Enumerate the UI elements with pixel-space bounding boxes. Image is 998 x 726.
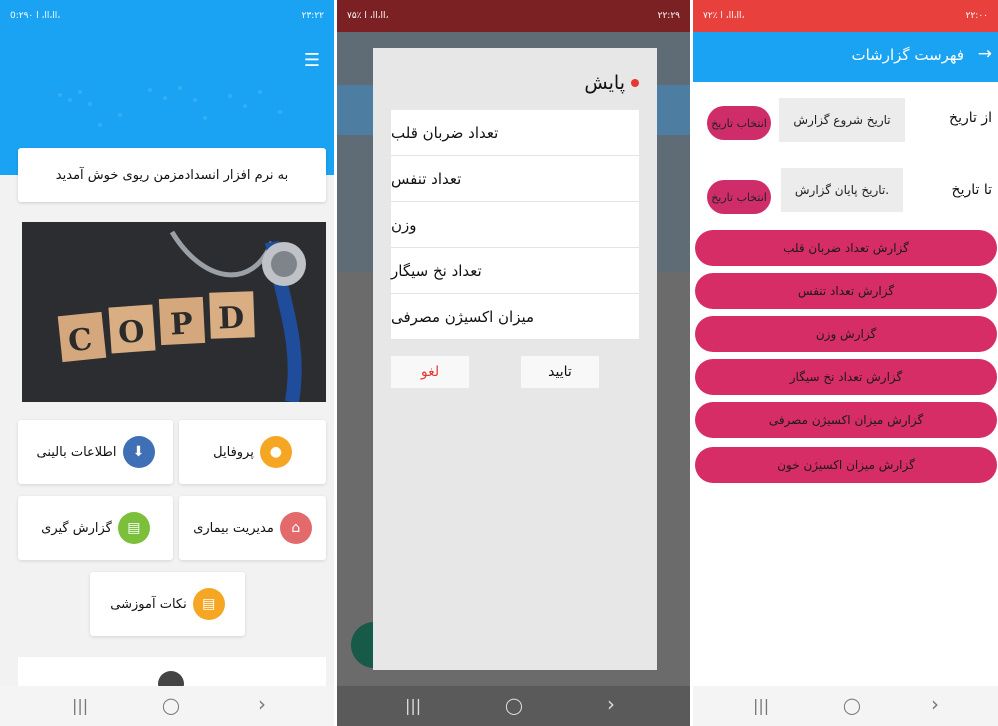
recent-apps-icon[interactable]: ||| [405, 696, 421, 715]
copd-image: C O P D [22, 222, 326, 402]
welcome-card: به نرم افزار انسدادمزمن ریوی خوش آمدید [18, 148, 326, 202]
status-left: ۷۵٪ اا،اا، ا، [347, 11, 389, 21]
tile-reporting-label: گزارش گیری [41, 520, 112, 536]
report-blood-oxygen-button[interactable]: گزارش میزان اکسیژن خون [695, 447, 997, 483]
back-icon[interactable]: ‹ [931, 692, 939, 716]
report-heart-rate-button[interactable]: گزارش تعداد ضربان قلب [695, 230, 997, 266]
tile-profile-label: پروفایل [213, 444, 254, 460]
back-icon[interactable]: ‹ [607, 692, 615, 716]
system-nav-bar: ||| ◯ ‹ [0, 686, 334, 726]
report-cigarettes-button[interactable]: گزارش تعداد نخ سیگار [695, 359, 997, 395]
pick-start-date-button[interactable]: انتخاب تاریخ [707, 106, 771, 140]
list-item-oxygen[interactable]: میزان اکسیژن مصرفی [391, 294, 639, 340]
to-date-label: تا تاریخ [951, 182, 992, 198]
back-arrow-icon[interactable]: → [978, 44, 992, 64]
status-bar: 0:۲۹۰ اا،اا، ا، ۲۳:۲۲ [0, 0, 334, 32]
home-icon[interactable]: ◯ [162, 696, 180, 715]
monitoring-dialog: پایش تعداد ضربان قلب تعداد تنفس وزن تعدا… [373, 48, 657, 670]
list-item-heart-rate[interactable]: تعداد ضربان قلب [391, 110, 639, 156]
note-icon: ▤ [192, 588, 225, 620]
list-item-weight[interactable]: وزن [391, 202, 639, 248]
hamburger-icon[interactable]: ☰ [304, 50, 320, 71]
tile-educational-tips[interactable]: ▤ نکات آموزشی [90, 572, 245, 636]
monitoring-list: تعداد ضربان قلب تعداد تنفس وزن تعداد نخ … [391, 110, 639, 340]
home-screen: 0:۲۹۰ اا،اا، ا، ۲۳:۲۲ ☰ به نرم افزار انس… [0, 0, 334, 726]
report-respiration-button[interactable]: گزارش تعداد تنفس [695, 273, 997, 309]
block-letter-d: D [218, 301, 245, 337]
monitoring-dialog-screen: ۷۵٪ اا،اا، ا، ۲۲:۲۹ پایش تعداد ضربان قلب… [337, 0, 690, 726]
home-icon[interactable]: ◯ [843, 696, 861, 715]
system-nav-bar: ||| ◯ ‹ [337, 686, 690, 726]
report-weight-button[interactable]: گزارش وزن [695, 316, 997, 352]
page-title: فهرست گزارشات [851, 46, 964, 64]
status-time: ۲۳:۲۲ [301, 11, 324, 21]
start-date-placeholder: تاریخ شروع گزارش [793, 113, 891, 127]
copd-illustration: C O P D [57, 230, 306, 402]
tile-clinical-info[interactable]: ⬇ اطلاعات بالینی [18, 420, 173, 484]
pick-end-date-button[interactable]: انتخاب تاریخ [707, 180, 771, 214]
block-letter-o: O [117, 314, 146, 351]
recent-apps-icon[interactable]: ||| [753, 696, 769, 715]
basket-icon: ⌂ [279, 512, 312, 544]
tile-disease-management[interactable]: ⌂ مدیریت بیماری [179, 496, 326, 560]
red-dot-icon [631, 79, 639, 87]
end-date-field[interactable]: .تاریخ پایان گزارش [781, 168, 903, 212]
status-time: ۲۲:۲۹ [657, 11, 680, 21]
block-letter-p: P [169, 306, 193, 342]
dialog-title-text: پایش [584, 72, 625, 94]
pick-start-date-label: انتخاب تاریخ [711, 116, 767, 130]
tile-reporting[interactable]: ▤ گزارش گیری [18, 496, 173, 560]
status-bar: ۷۵٪ اا،اا، ا، ۲۲:۲۹ [337, 0, 690, 32]
block-letter-c: C [67, 322, 94, 359]
recent-apps-icon[interactable]: ||| [72, 696, 88, 715]
person-icon: ● [259, 436, 292, 468]
end-date-placeholder: .تاریخ پایان گزارش [794, 183, 890, 197]
status-time: ۲۲:۰۰ [965, 11, 988, 21]
confirm-button[interactable]: تایید [521, 356, 599, 388]
status-bar: ۷۲٪ اا،اا، ا، ۲۲:۰۰ [693, 0, 998, 32]
reports-screen: ۷۲٪ اا،اا، ا، ۲۲:۰۰ فهرست گزارشات → از ت… [693, 0, 998, 726]
tile-educational-tips-label: نکات آموزشی [110, 596, 187, 612]
from-date-label: از تاریخ [949, 110, 992, 126]
back-icon[interactable]: ‹ [258, 692, 266, 716]
report-oxygen-consumption-button[interactable]: گزارش میزان اکسیژن مصرفی [695, 402, 997, 438]
dialog-title: پایش [584, 72, 639, 94]
start-date-field[interactable]: تاریخ شروع گزارش [779, 98, 905, 142]
download-icon: ⬇ [122, 436, 155, 468]
tile-clinical-info-label: اطلاعات بالینی [36, 444, 117, 460]
tile-disease-management-label: مدیریت بیماری [193, 520, 274, 536]
pick-end-date-label: انتخاب تاریخ [711, 190, 767, 204]
document-icon: ▤ [117, 512, 150, 544]
cancel-button[interactable]: لغو [391, 356, 469, 388]
system-nav-bar: ||| ◯ ‹ [693, 686, 998, 726]
status-left: ۷۲٪ اا،اا، ا، [703, 11, 745, 21]
welcome-text: به نرم افزار انسدادمزمن ریوی خوش آمدید [55, 167, 289, 183]
status-left: 0:۲۹۰ اا،اا، ا، [10, 11, 61, 21]
home-icon[interactable]: ◯ [505, 696, 523, 715]
list-item-respiration[interactable]: تعداد تنفس [391, 156, 639, 202]
tile-profile[interactable]: ● پروفایل [179, 420, 326, 484]
app-bar: فهرست گزارشات → [693, 32, 998, 82]
list-item-cigarettes[interactable]: تعداد نخ سیگار [391, 248, 639, 294]
